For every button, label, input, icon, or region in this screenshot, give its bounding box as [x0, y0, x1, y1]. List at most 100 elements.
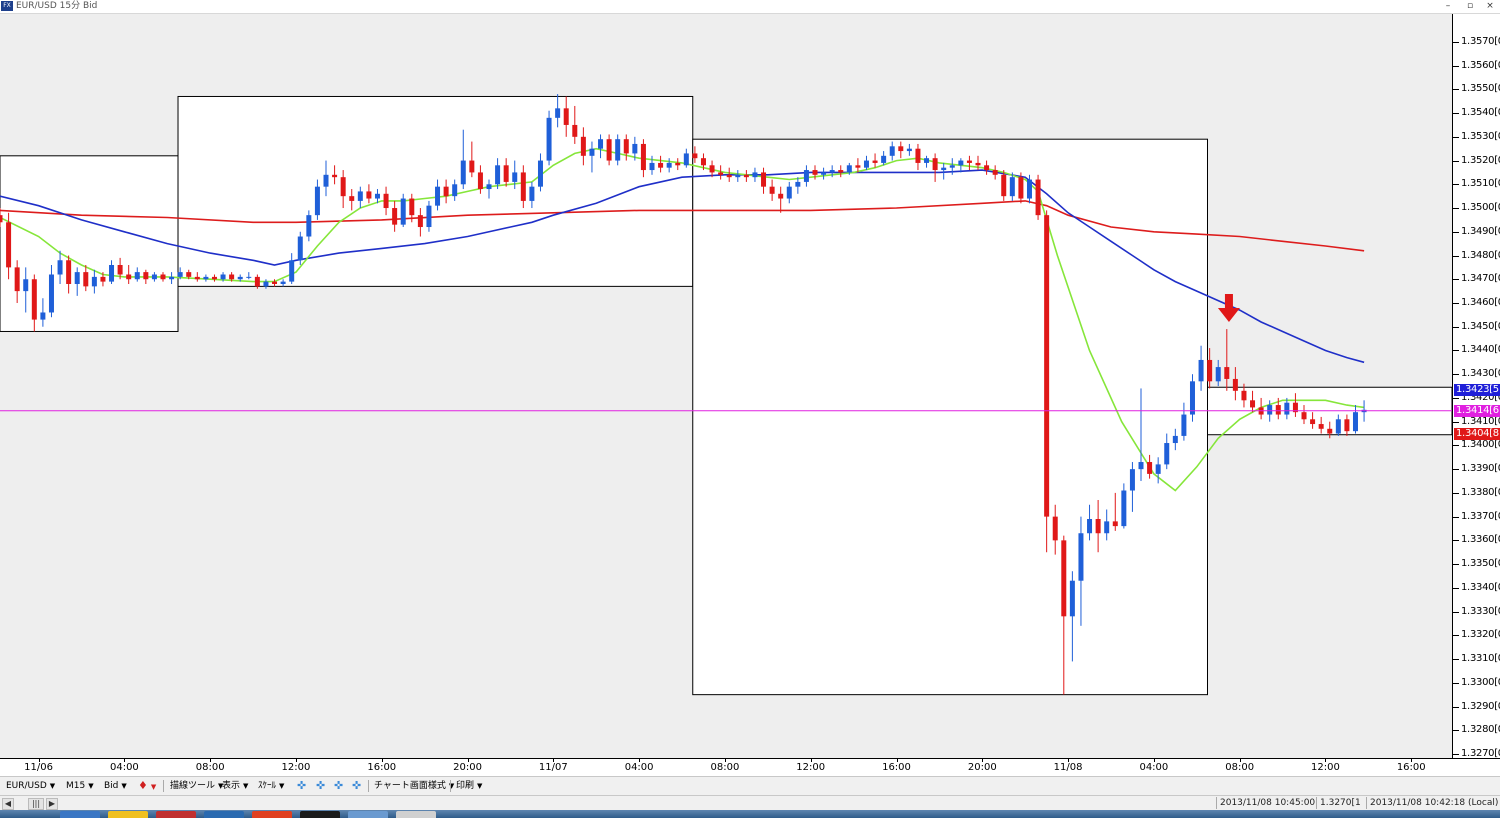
candle-body: [0, 215, 3, 223]
candle-body: [623, 139, 629, 154]
candle-body: [1078, 533, 1084, 581]
price-tick: [1453, 113, 1459, 115]
candle-body: [297, 236, 303, 261]
price-chart[interactable]: [0, 14, 1452, 758]
price-tick: [1453, 136, 1459, 138]
time-tick-label: 04:00: [624, 762, 654, 773]
toolbar-menu-dropdown[interactable]: 印刷 ▼: [456, 777, 482, 795]
time-axis[interactable]: 11/06 04:00 08:00 12:00 16:00 20:00 11/07 04:00…: [0, 758, 1500, 777]
taskbar-app-button[interactable]: [396, 811, 436, 818]
price-tick-label: 1.3340[0]: [1461, 581, 1500, 593]
time-tick-label: 04:00: [1139, 762, 1169, 773]
scale-down-icon[interactable]: ✜: [352, 777, 361, 795]
price-tick: [1453, 659, 1459, 661]
price-badge: 1.3423[5: [1454, 383, 1500, 396]
candle-body: [778, 193, 784, 199]
toolbar-timeframe-dropdown[interactable]: M15 ▼: [66, 777, 94, 795]
price-tick-label: 1.3560[0]: [1461, 59, 1500, 71]
toolbar-menu-dropdown[interactable]: ｽｹｰﾙ ▼: [258, 777, 284, 795]
candle-body: [606, 139, 612, 161]
candle-body: [435, 186, 441, 206]
candle-body: [272, 281, 278, 284]
color-picker-icon[interactable]: ♦ ▼: [138, 777, 156, 795]
candle-body: [846, 165, 852, 173]
price-tick: [1453, 540, 1459, 542]
candle-body: [1241, 390, 1247, 401]
candle-body: [1129, 469, 1135, 491]
price-tick-label: 1.3330[0]: [1461, 605, 1500, 617]
price-tick: [1453, 89, 1459, 91]
candle-body: [589, 148, 595, 156]
candle-body: [1001, 174, 1007, 197]
price-tick-label: 1.3550[0]: [1461, 83, 1500, 95]
candle-body: [280, 281, 286, 284]
candle-body: [263, 281, 269, 287]
candle-body: [692, 153, 698, 159]
candle-body: [349, 196, 355, 201]
candle-body: [666, 162, 672, 168]
candle-body: [512, 172, 518, 182]
candle-body: [48, 274, 54, 313]
candle-body: [91, 276, 97, 287]
time-tick-label: 20:00: [453, 762, 482, 773]
candle-body: [1112, 521, 1118, 527]
toolbar-symbol-dropdown[interactable]: EUR/USD ▼: [6, 777, 55, 795]
candle-body: [340, 177, 346, 197]
time-tick-label: 20:00: [967, 762, 997, 773]
taskbar-app-button[interactable]: [348, 811, 388, 818]
zoom-out-icon[interactable]: ✜: [316, 777, 325, 795]
taskbar-app-button[interactable]: [156, 811, 196, 818]
close-icon[interactable]: ×: [1480, 0, 1500, 13]
chart-toolbar: EUR/USD ▼ M15 ▼ Bid ▼ ♦ ▼ 描線ツール ▼ 表示 ▼ ｽｹｰﾙ ▼ ✜ ✜ ✜ ✜ チャート…: [0, 776, 1500, 796]
candle-body: [109, 265, 115, 282]
price-tick: [1453, 41, 1459, 43]
candle-body: [409, 198, 415, 216]
app-logo-icon: FX: [1, 1, 13, 11]
candle-body: [881, 155, 887, 163]
candle-body: [426, 205, 432, 228]
price-tick: [1453, 65, 1459, 67]
taskbar-app-button[interactable]: [60, 811, 100, 818]
scale-up-icon[interactable]: ✜: [334, 777, 343, 795]
candle-body: [314, 186, 320, 216]
toolbar-menu-dropdown[interactable]: 表示 ▼: [222, 777, 248, 795]
candle-body: [649, 162, 655, 171]
candle-body: [14, 267, 20, 292]
price-tick: [1453, 635, 1459, 637]
taskbar-app-button[interactable]: [204, 811, 244, 818]
candle-body: [915, 148, 921, 163]
taskbar-app-button[interactable]: [300, 811, 340, 818]
toolbar-menu-dropdown[interactable]: 描線ツール ▼: [170, 777, 223, 795]
scroll-left-button[interactable]: ◀: [2, 798, 14, 810]
candle-body: [1009, 177, 1015, 197]
candle-body: [66, 260, 72, 284]
price-tick-label: 1.3540[0]: [1461, 107, 1500, 119]
candle-body: [1284, 402, 1290, 415]
local-time: 2013/11/08 10:42:18 (Local): [1366, 797, 1498, 809]
zoom-in-icon[interactable]: ✜: [297, 777, 306, 795]
price-tick-label: 1.3570[0]: [1461, 35, 1500, 47]
taskbar-app-button[interactable]: [252, 811, 292, 818]
candle-body: [31, 279, 37, 320]
candle-body: [1344, 419, 1350, 432]
candle-body: [1044, 215, 1050, 517]
price-tick-label: 1.3370[0]: [1461, 510, 1500, 522]
scroll-right-button[interactable]: ▶: [46, 798, 58, 810]
taskbar-app-button[interactable]: [108, 811, 148, 818]
candle-body: [306, 215, 312, 237]
price-axis[interactable]: 1.3570[0] 1.3560[0] 1.3550[0] 1.3540[0] 1.35…: [1452, 14, 1500, 759]
minimize-icon[interactable]: –: [1438, 0, 1458, 13]
price-tick-label: 1.3480[0]: [1461, 249, 1500, 261]
candle-body: [958, 160, 964, 166]
price-tick-label: 1.3450[0]: [1461, 320, 1500, 332]
price-tick: [1453, 279, 1459, 281]
toolbar-price-type-dropdown[interactable]: Bid ▼: [104, 777, 127, 795]
price-tick: [1453, 706, 1459, 708]
restore-icon[interactable]: ▫: [1460, 0, 1480, 13]
scroll-thumb[interactable]: |||: [28, 798, 44, 810]
toolbar-menu-dropdown[interactable]: チャート画面様式 ▼: [374, 777, 454, 795]
price-tick: [1453, 302, 1459, 304]
price-tick: [1453, 492, 1459, 494]
price-tick: [1453, 255, 1459, 257]
price-tick-label: 1.3410[0]: [1461, 415, 1500, 427]
